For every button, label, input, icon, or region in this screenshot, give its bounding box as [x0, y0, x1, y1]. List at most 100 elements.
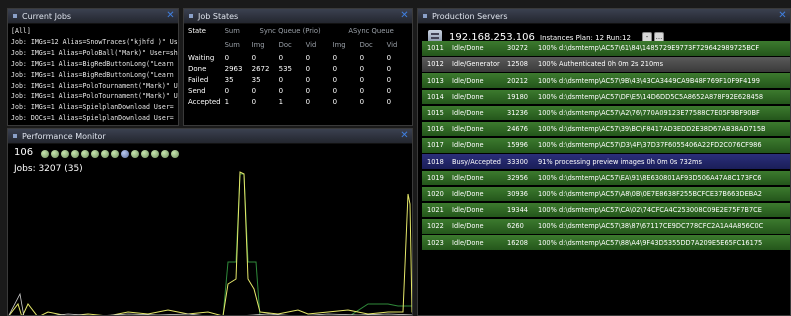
instance-message: 100% d:\dsmtemp\AC57\61\84\1485729E9773F…	[538, 44, 760, 53]
production-servers-title: Production Servers	[418, 9, 790, 24]
job-state-value: 2963	[224, 64, 243, 73]
instance-status: Idle/Done	[452, 44, 484, 53]
subheader: Img	[332, 41, 346, 49]
server-instance-row[interactable]: 1011 Idle/Done 30272 100% d:\dsmtemp\AC57\6…	[422, 41, 790, 56]
server-instance-row[interactable]: 1015 Idle/Done 31236 100% d:\dsmtemp\AC57\A…	[422, 105, 790, 121]
job-list-item[interactable]: Job: IMGs=1 Alias=BigRedButtonLong("Lear…	[11, 59, 175, 70]
instance-port: 32956	[507, 173, 528, 182]
status-dot	[51, 150, 59, 158]
status-dot	[41, 150, 49, 158]
job-state-value: 0	[305, 53, 311, 62]
close-icon[interactable]: ✕	[165, 10, 176, 21]
job-state-label: Waiting	[188, 53, 215, 62]
job-state-value: 0	[386, 64, 392, 73]
job-state-value: 0	[359, 75, 365, 84]
instance-id: 1022	[427, 222, 444, 231]
server-instance-row[interactable]: 1013 Idle/Done 20212 100% d:\dsmtemp\AC57\9…	[422, 73, 790, 88]
job-state-value: 0	[278, 53, 284, 62]
instance-message: 100% d:\dsmtemp\AC57\A2\76\770A09123E775…	[538, 109, 760, 117]
job-state-label: Accepted	[188, 97, 221, 106]
job-state-value: 0	[305, 97, 311, 106]
job-list-item[interactable]: Job: IMGs=1 Alias=PoloTournament("Mark)"…	[11, 81, 178, 92]
instance-status: Idle/Done	[452, 238, 484, 247]
subheader: Vid	[386, 41, 398, 49]
job-state-value: 0	[386, 97, 392, 106]
server-instance-row[interactable]: 1022 Idle/Done 6260 100% d:\dsmtemp\AC57\38…	[422, 219, 790, 234]
job-state-row: Waiting 0 0 0 0 0 0 0	[184, 52, 412, 63]
instance-status: Idle/Done	[452, 222, 484, 231]
instance-port: 19180	[507, 92, 528, 101]
job-state-row: Send 0 0 0 0 0 0 0	[184, 85, 412, 96]
status-dot	[101, 150, 109, 158]
job-states-table: State Sum Sync Queue (Prio) ASync Queue …	[184, 24, 412, 107]
job-list-item[interactable]: [All]	[11, 26, 175, 37]
job-list-item[interactable]: Job: DOCs=1 Alias=SpielplanDownload User…	[11, 113, 175, 124]
job-state-value: 2672	[251, 64, 270, 73]
server-instance-row[interactable]: 1014 Idle/Done 19180 100% d:\dsmtemp\AC57\D…	[422, 89, 790, 105]
job-state-row: Accepted 1 0 1 0 0 0 0	[184, 96, 412, 107]
status-dot	[81, 150, 89, 158]
job-state-value: 0	[305, 64, 311, 73]
subheader: Vid	[305, 41, 317, 49]
job-list-item[interactable]: Job: IMGs=1 Alias=PoloTournament("Mark)"…	[11, 91, 178, 102]
instance-status: Idle/Done	[452, 206, 484, 215]
close-icon[interactable]: ✕	[399, 130, 410, 141]
close-icon[interactable]: ✕	[399, 10, 410, 21]
close-icon[interactable]: ✕	[777, 10, 788, 21]
job-list-item[interactable]: Job: IMGs=1 Alias=BigRedButtonLong("Lear…	[11, 70, 175, 81]
current-jobs-title: Current Jobs	[8, 9, 178, 24]
instance-id: 1012	[427, 60, 444, 69]
server-instance-list: 1011 Idle/Done 30272 100% d:\dsmtemp\AC57\6…	[422, 41, 790, 251]
instance-port: 30272	[507, 44, 528, 53]
server-instance-row[interactable]: 1012 Idle/Generator 12508 100% Authenticate…	[422, 57, 790, 72]
job-list-item[interactable]: Job: IMGs=1 Alias=PoloBall("Mark)" User=…	[11, 48, 178, 59]
server-instance-row[interactable]: 1021 Idle/Done 19344 100% d:\dsmtemp\AC57\C…	[422, 202, 790, 218]
instance-status: Idle/Done	[452, 189, 484, 198]
job-state-value: 0	[251, 86, 257, 95]
job-list-item[interactable]: Job: IMGs=1 Alias=SpielplanDownload User…	[11, 102, 175, 113]
performance-count: 106	[14, 147, 34, 158]
instance-id: 1011	[427, 44, 444, 53]
job-state-value: 0	[332, 75, 338, 84]
server-instance-row[interactable]: 1019 Idle/Done 32956 100% d:\dsmtemp\AC57\E…	[422, 170, 790, 185]
server-instance-row[interactable]: 1017 Idle/Done 15996 100% d:\dsmtemp\AC57\D…	[422, 138, 790, 153]
instance-message: 100% d:\dsmtemp\AC57\9B\43\43CA3449CA9B4…	[538, 76, 760, 85]
instance-message: 100% d:\dsmtemp\AC57\CA\02\74CFCA4C25300…	[538, 206, 762, 215]
server-instance-row[interactable]: 1020 Idle/Done 30936 100% d:\dsmtemp\AC57\A…	[422, 186, 790, 202]
job-state-value: 0	[332, 53, 338, 62]
instance-port: 15996	[507, 141, 528, 150]
instance-id: 1015	[427, 109, 444, 117]
current-jobs-panel: Current Jobs ✕ [All] Job: IMGs=12 Alias=…	[7, 8, 179, 126]
job-state-value: 0	[359, 86, 365, 95]
server-instance-row[interactable]: 1016 Idle/Done 24676 100% d:\dsmtemp\AC57\3…	[422, 121, 790, 137]
instance-message: 100% d:\dsmtemp\AC57\EA\91\8E630801AF93D…	[538, 173, 762, 182]
instance-port: 19344	[507, 206, 528, 215]
performance-monitor-title: Performance Monitor	[8, 129, 412, 144]
instance-message: 100% d:\dsmtemp\AC57\38\87\67117CE9DC778…	[538, 222, 764, 231]
job-state-value: 0	[359, 64, 365, 73]
status-dot	[151, 150, 159, 158]
subheader: Sum	[224, 41, 240, 49]
current-jobs-list[interactable]: [All] Job: IMGs=12 Alias=SnowTraces("kjh…	[8, 24, 178, 125]
server-instance-row[interactable]: 1023 Idle/Done 16208 100% d:\dsmtemp\AC57\8…	[422, 235, 790, 250]
server-instance-row[interactable]: 1018 Busy/Accepted 33300 91% processing pre…	[422, 154, 790, 169]
performance-jobs-label: Jobs: 3207 (35)	[14, 164, 83, 174]
job-state-value: 0	[305, 86, 311, 95]
header-sum: Sum	[224, 27, 240, 35]
job-state-value: 0	[332, 97, 338, 106]
status-dot	[171, 150, 179, 158]
instance-message: 100% d:\dsmtemp\AC57\D3\4F\37D37F6055406…	[538, 141, 762, 150]
job-state-value: 535	[278, 64, 292, 73]
instance-status: Idle/Done	[452, 141, 484, 150]
instance-port: 20212	[507, 76, 528, 85]
job-state-value: 35	[224, 75, 234, 84]
job-state-value: 0	[224, 53, 230, 62]
job-state-label: Failed	[188, 75, 209, 84]
job-state-label: Done	[188, 64, 207, 73]
job-state-value: 0	[278, 86, 284, 95]
job-state-value: 0	[386, 75, 392, 84]
graph-line-green	[222, 173, 412, 315]
instance-port: 30936	[507, 189, 528, 198]
job-list-item[interactable]: Job: IMGs=12 Alias=SnowTraces("kjhfd )" …	[11, 37, 178, 48]
job-state-value: 0	[359, 53, 365, 62]
